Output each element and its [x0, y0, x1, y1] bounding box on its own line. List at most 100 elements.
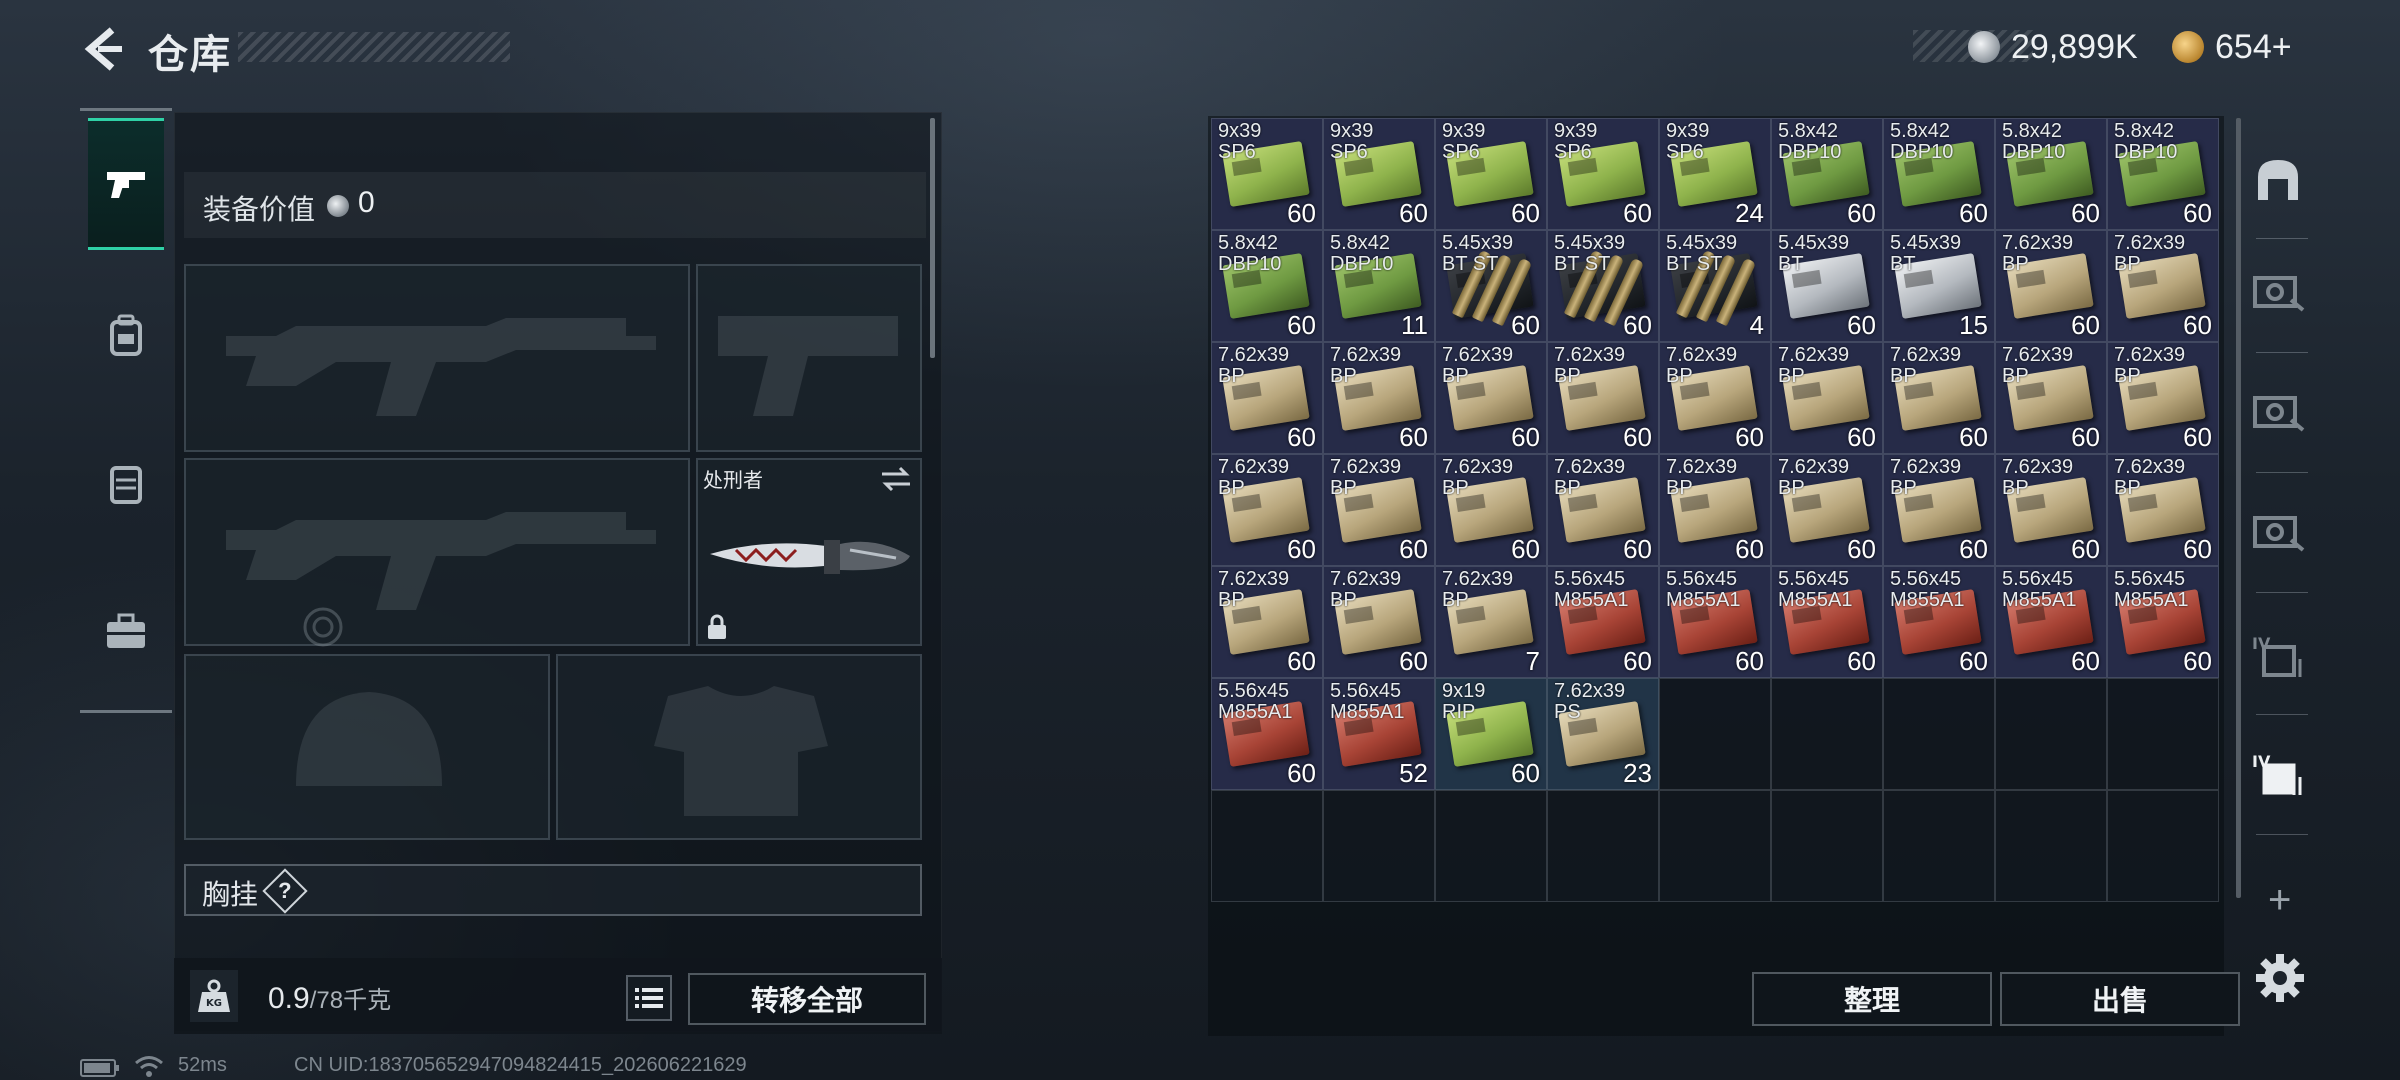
- inventory-item[interactable]: 5.8x42 DBP10 60: [1211, 230, 1323, 342]
- empty-slot[interactable]: [2107, 678, 2219, 790]
- empty-slot[interactable]: [2107, 790, 2219, 902]
- inventory-item[interactable]: 7.62x39 BP 60: [1883, 342, 1995, 454]
- caliber-size: 7.62x39: [1218, 456, 1290, 478]
- empty-slot[interactable]: [1883, 790, 1995, 902]
- inventory-item[interactable]: 7.62x39 BP 60: [1995, 230, 2107, 342]
- inventory-item[interactable]: 5.45x39 BT ST 60: [1547, 230, 1659, 342]
- inventory-item[interactable]: 9x39 SP6 24: [1659, 118, 1771, 230]
- add-category-icon[interactable]: +: [2268, 878, 2291, 923]
- empty-slot[interactable]: [1659, 790, 1771, 902]
- inventory-item[interactable]: 5.56x45 M855A1 60: [1659, 566, 1771, 678]
- inventory-item[interactable]: 7.62x39 BP 60: [1211, 342, 1323, 454]
- ammo-caliber: 5.45x39 BT ST: [1554, 233, 1625, 275]
- inventory-item[interactable]: 5.56x45 M855A1 60: [1771, 566, 1883, 678]
- inventory-item[interactable]: 5.45x39 BT ST 4: [1659, 230, 1771, 342]
- inventory-item[interactable]: 7.62x39 BP 60: [1771, 454, 1883, 566]
- inventory-item[interactable]: 7.62x39 BP 60: [1659, 454, 1771, 566]
- inventory-item[interactable]: 5.45x39 BT 15: [1883, 230, 1995, 342]
- inventory-item[interactable]: 5.56x45 M855A1 60: [2107, 566, 2219, 678]
- inventory-item[interactable]: 7.62x39 PS 23: [1547, 678, 1659, 790]
- inventory-item[interactable]: 7.62x39 BP 60: [1995, 454, 2107, 566]
- inventory-item[interactable]: 5.45x39 BT ST 60: [1435, 230, 1547, 342]
- back-arrow-icon[interactable]: [78, 24, 128, 74]
- inventory-item[interactable]: 7.62x39 BP 60: [1211, 454, 1323, 566]
- inventory-item[interactable]: 7.62x39 BP 60: [1883, 454, 1995, 566]
- ammo-caliber: 5.56x45 M855A1: [1890, 569, 1965, 611]
- sort-button[interactable]: 整理: [1752, 972, 1992, 1026]
- inventory-item[interactable]: 7.62x39 BP 60: [2107, 342, 2219, 454]
- category-attachments-2[interactable]: [2250, 384, 2306, 440]
- inventory-item[interactable]: 9x39 SP6 60: [1547, 118, 1659, 230]
- inventory-item[interactable]: 7.62x39 BP 7: [1435, 566, 1547, 678]
- caliber-size: 5.8x42: [2114, 120, 2175, 142]
- tab-vest[interactable]: [88, 418, 164, 550]
- inventory-item[interactable]: 7.62x39 BP 60: [2107, 454, 2219, 566]
- empty-slot[interactable]: [1771, 790, 1883, 902]
- empty-slot[interactable]: [1771, 678, 1883, 790]
- category-all[interactable]: [2250, 152, 2306, 208]
- tab-backpack[interactable]: [88, 270, 164, 402]
- empty-slot[interactable]: [1211, 790, 1323, 902]
- empty-slot[interactable]: [1883, 678, 1995, 790]
- loadout-scrollbar[interactable]: [930, 118, 935, 358]
- armor-slot[interactable]: [556, 654, 922, 840]
- stash-scrollbar[interactable]: [2236, 118, 2241, 898]
- inventory-item[interactable]: 5.8x42 DBP10 11: [1323, 230, 1435, 342]
- inventory-item[interactable]: 5.56x45 M855A1 60: [1547, 566, 1659, 678]
- inventory-item[interactable]: 7.62x39 BP 60: [1435, 342, 1547, 454]
- inventory-item[interactable]: 9x39 SP6 60: [1323, 118, 1435, 230]
- category-armor-iv-dim[interactable]: IV: [2250, 628, 2306, 684]
- secondary-weapon-slot[interactable]: [184, 458, 690, 646]
- inventory-item[interactable]: 7.62x39 BP 60: [1323, 454, 1435, 566]
- pistol-slot[interactable]: [696, 264, 922, 452]
- inventory-item[interactable]: 5.8x42 DBP10 60: [1995, 118, 2107, 230]
- inventory-item[interactable]: 7.62x39 BP 60: [1659, 342, 1771, 454]
- empty-slot[interactable]: [1995, 790, 2107, 902]
- sell-button[interactable]: 出售: [2000, 972, 2240, 1026]
- category-attachments-3[interactable]: [2250, 504, 2306, 560]
- inventory-item[interactable]: 5.56x45 M855A1 52: [1323, 678, 1435, 790]
- inventory-item[interactable]: 5.56x45 M855A1 60: [1883, 566, 1995, 678]
- item-quantity: 60: [1847, 534, 1876, 564]
- empty-slot[interactable]: [1323, 790, 1435, 902]
- empty-slot[interactable]: [1547, 790, 1659, 902]
- inventory-item[interactable]: 7.62x39 BP 60: [1211, 566, 1323, 678]
- gold-balance[interactable]: 654+: [2215, 28, 2292, 67]
- empty-slot[interactable]: [1659, 678, 1771, 790]
- inventory-item[interactable]: 9x39 SP6 60: [1435, 118, 1547, 230]
- inventory-item[interactable]: 5.8x42 DBP10 60: [1771, 118, 1883, 230]
- tab-weapons[interactable]: [88, 118, 164, 250]
- inventory-item[interactable]: 9x19 RIP 60: [1435, 678, 1547, 790]
- inventory-item[interactable]: 7.62x39 BP 60: [1995, 342, 2107, 454]
- gear-icon[interactable]: [2252, 950, 2308, 1006]
- category-armor-iv-active[interactable]: IV: [2250, 746, 2306, 802]
- inventory-item[interactable]: 7.62x39 BP 60: [2107, 230, 2219, 342]
- category-attachments-1[interactable]: [2250, 264, 2306, 320]
- caliber-size: 9x39: [1554, 120, 1598, 142]
- tab-case[interactable]: [88, 566, 164, 698]
- inventory-item[interactable]: 7.62x39 BP 60: [1547, 342, 1659, 454]
- inventory-item[interactable]: 9x39 SP6 60: [1211, 118, 1323, 230]
- inventory-item[interactable]: 7.62x39 BP 60: [1323, 342, 1435, 454]
- inventory-item[interactable]: 7.62x39 BP 60: [1435, 454, 1547, 566]
- ammo-caliber: 5.56x45 M855A1: [2002, 569, 2077, 611]
- inventory-item[interactable]: 7.62x39 BP 60: [1771, 342, 1883, 454]
- empty-slot[interactable]: [1435, 790, 1547, 902]
- transfer-all-button[interactable]: 转移全部: [688, 973, 926, 1025]
- list-view-button[interactable]: [626, 975, 672, 1021]
- ammo-caliber: 5.8x42 DBP10: [1890, 121, 1953, 163]
- backpack-icon: [110, 314, 142, 356]
- item-quantity: 60: [1399, 646, 1428, 676]
- inventory-item[interactable]: 5.8x42 DBP10 60: [2107, 118, 2219, 230]
- empty-slot[interactable]: [1995, 678, 2107, 790]
- inventory-item[interactable]: 7.62x39 BP 60: [1323, 566, 1435, 678]
- inventory-item[interactable]: 5.56x45 M855A1 60: [1211, 678, 1323, 790]
- inventory-item[interactable]: 7.62x39 BP 60: [1547, 454, 1659, 566]
- helmet-slot[interactable]: [184, 654, 550, 840]
- item-quantity: 60: [2183, 198, 2212, 228]
- primary-weapon-slot[interactable]: [184, 264, 690, 452]
- inventory-item[interactable]: 5.56x45 M855A1 60: [1995, 566, 2107, 678]
- swap-icon[interactable]: [880, 466, 912, 492]
- inventory-item[interactable]: 5.45x39 BT 60: [1771, 230, 1883, 342]
- inventory-item[interactable]: 5.8x42 DBP10 60: [1883, 118, 1995, 230]
